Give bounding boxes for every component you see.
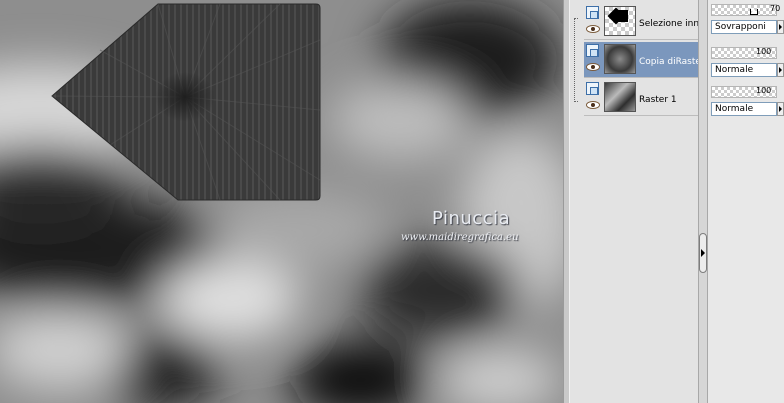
opacity-value: 100: [756, 47, 772, 56]
dropdown-arrow-icon[interactable]: [777, 102, 784, 116]
layer-properties-row: 70 Sovrapponi: [708, 0, 784, 38]
layer-row[interactable]: Raster 1: [584, 80, 698, 116]
dropdown-arrow-icon[interactable]: [777, 63, 784, 77]
panel-divider: [698, 0, 708, 403]
layer-thumbnail: [604, 82, 636, 112]
vector-layer-icon[interactable]: [586, 6, 599, 19]
layer-name: Selezione innal: [639, 19, 708, 29]
blend-mode-select[interactable]: Sovrapponi: [711, 20, 777, 34]
collapse-arrow-icon: [701, 249, 705, 257]
visibility-eye-icon[interactable]: [586, 25, 600, 33]
opacity-slider[interactable]: [711, 4, 777, 16]
watermark-name: Pinuccia: [432, 208, 511, 229]
watermark-url: www.maidiregrafica.eu: [401, 232, 519, 243]
opacity-value: 100: [756, 86, 772, 95]
raster-layer-icon[interactable]: [586, 82, 599, 95]
layer-row[interactable]: Selezione innal: [584, 4, 707, 40]
canvas-image: [0, 0, 563, 403]
raster-layer-icon[interactable]: [586, 44, 599, 57]
blend-mode-select[interactable]: Normale: [711, 102, 777, 116]
layer-thumbnail: [604, 6, 636, 36]
collapse-panel-button[interactable]: [699, 233, 707, 273]
layer-group-tree-line: [574, 18, 578, 102]
panel-divider[interactable]: [563, 0, 570, 403]
dropdown-arrow-icon[interactable]: [777, 20, 784, 34]
image-canvas[interactable]: Pinuccia www.maidiregrafica.eu: [0, 0, 563, 403]
layers-panel: Selezione innal Copia diRaster Raster 1: [570, 0, 707, 403]
blend-mode-select[interactable]: Normale: [711, 63, 777, 77]
layer-name: Raster 1: [639, 95, 677, 105]
opacity-value: 70: [770, 4, 781, 13]
layer-row-selected[interactable]: Copia diRaster: [584, 42, 705, 78]
opacity-slider-handle[interactable]: [750, 9, 759, 15]
shape-thumbnail-icon: [616, 10, 628, 22]
layer-properties-row: 100 Normale: [708, 43, 784, 81]
layer-thumbnail: [604, 44, 636, 74]
visibility-eye-icon[interactable]: [586, 101, 600, 109]
layer-name: Copia diRaster: [639, 57, 705, 67]
layer-properties-row: 100 Normale: [708, 82, 784, 120]
layer-properties-panel: 70 Sovrapponi 100 Normale 100 Normale: [708, 0, 784, 403]
visibility-eye-icon[interactable]: [586, 63, 600, 71]
